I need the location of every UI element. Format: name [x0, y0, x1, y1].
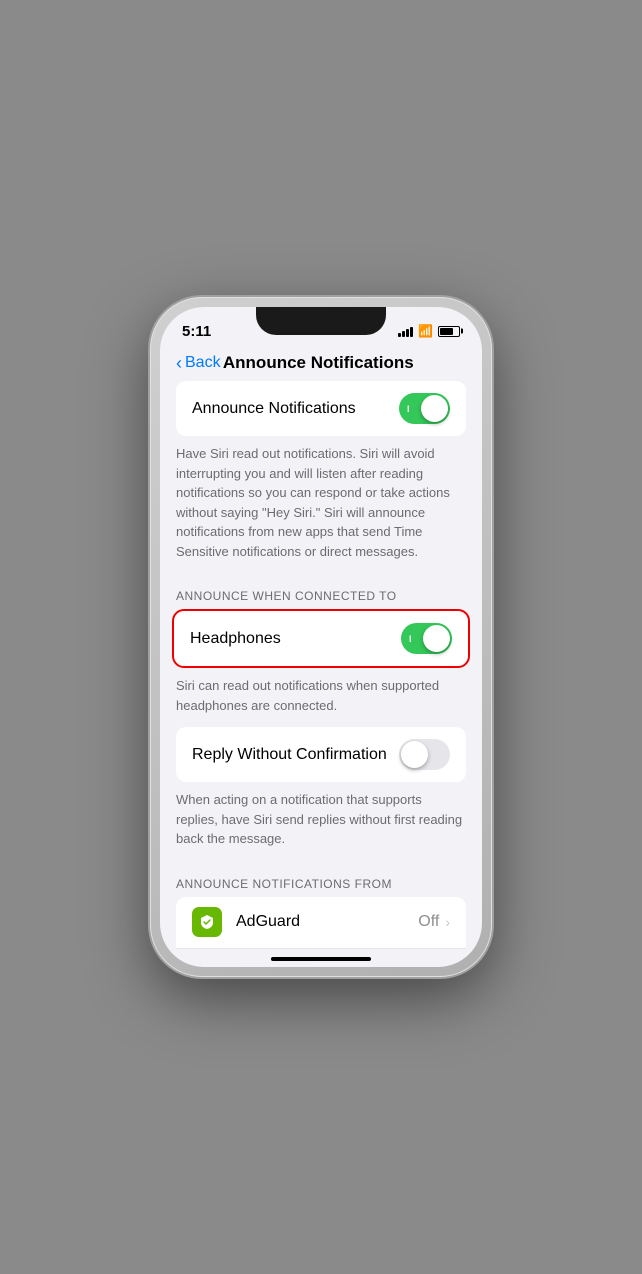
wifi-icon: 📶	[418, 324, 433, 338]
announce-notifications-description: Have Siri read out notifications. Siri w…	[160, 436, 482, 573]
home-indicator	[271, 957, 371, 961]
phone-frame: 5:11 📶 ‹ Back Announce Notificatio	[150, 297, 492, 977]
chevron-right-icon: ›	[445, 914, 450, 930]
list-item[interactable]: Afterlight Off ›	[176, 949, 466, 950]
headphones-highlighted-row: Headphones I	[172, 609, 470, 668]
announce-from-section: ANNOUNCE NOTIFICATIONS FROM AdGuard Off …	[160, 861, 482, 950]
headphones-toggle[interactable]: I	[401, 623, 452, 654]
announce-notifications-label: Announce Notifications	[192, 400, 356, 418]
notch	[256, 307, 386, 335]
toggle-on-text: I	[407, 404, 410, 414]
reply-without-description: When acting on a notification that suppo…	[160, 782, 482, 861]
reply-without-card: Reply Without Confirmation	[176, 727, 466, 782]
signal-icon	[398, 326, 413, 337]
headphones-toggle-text: I	[409, 634, 412, 644]
nav-bar: ‹ Back Announce Notifications	[160, 349, 482, 381]
content-scroll: Announce Notifications I Have Siri read …	[160, 381, 482, 949]
reply-without-toggle[interactable]	[399, 739, 450, 770]
status-time: 5:11	[182, 323, 211, 340]
reply-toggle-knob	[401, 741, 428, 768]
announce-from-header: ANNOUNCE NOTIFICATIONS FROM	[160, 861, 482, 897]
announce-notifications-toggle[interactable]: I	[399, 393, 450, 424]
reply-without-label: Reply Without Confirmation	[192, 746, 387, 764]
headphones-toggle-knob	[423, 625, 450, 652]
app-name: AdGuard	[236, 913, 418, 931]
headphones-description: Siri can read out notifications when sup…	[160, 668, 482, 727]
list-item[interactable]: AdGuard Off ›	[176, 897, 466, 949]
phone-screen: 5:11 📶 ‹ Back Announce Notificatio	[160, 307, 482, 967]
toggle-knob	[421, 395, 448, 422]
announce-when-section: ANNOUNCE WHEN CONNECTED TO Headphones I …	[160, 573, 482, 727]
headphones-label: Headphones	[190, 630, 281, 648]
battery-icon	[438, 326, 460, 337]
page-title: Announce Notifications	[171, 353, 466, 373]
adguard-icon	[192, 907, 222, 937]
reply-without-section: Reply Without Confirmation When acting o…	[160, 727, 482, 861]
apps-list-card: AdGuard Off › Afterlight Off	[176, 897, 466, 950]
announce-when-header: ANNOUNCE WHEN CONNECTED TO	[160, 573, 482, 609]
status-icons: 📶	[398, 324, 460, 338]
app-status: Off	[418, 913, 439, 931]
announce-notifications-card: Announce Notifications I	[176, 381, 466, 436]
